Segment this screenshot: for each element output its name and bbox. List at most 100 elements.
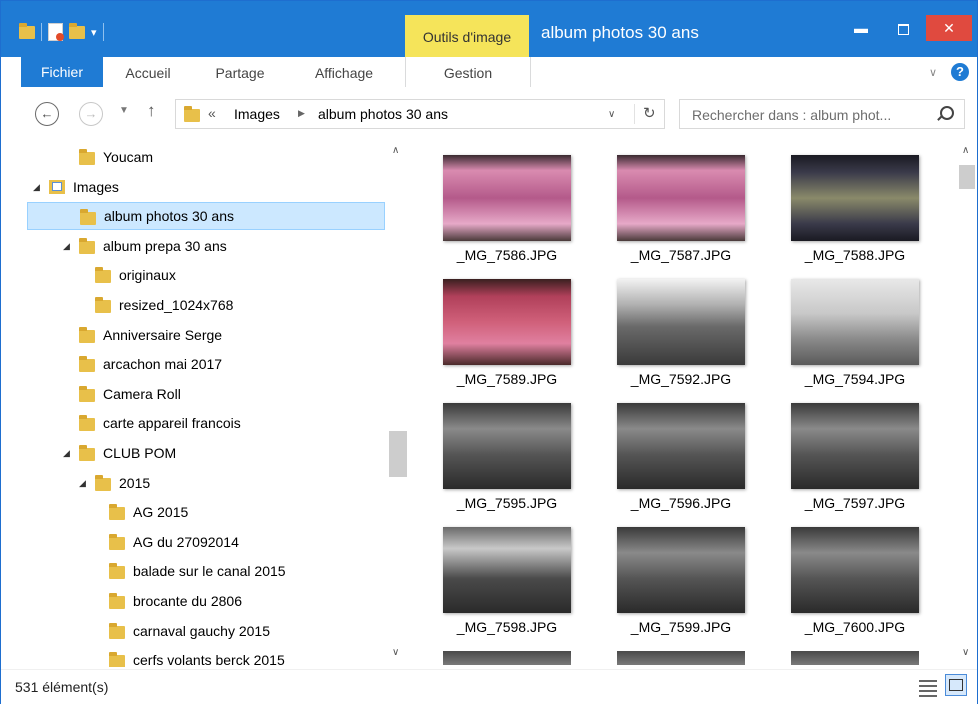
tab-picture-tools[interactable]: Outils d'image (405, 15, 529, 57)
tree-item[interactable]: brocante du 2806 (1, 587, 387, 615)
minimize-button[interactable]: ▬ (843, 15, 879, 41)
file-thumbnail[interactable]: _MG_7598.JPG (419, 511, 587, 635)
tab-view[interactable]: Affichage (301, 57, 387, 87)
photo-preview (443, 155, 571, 241)
recent-locations-icon[interactable]: ▼ (119, 105, 129, 116)
expand-arrow-icon[interactable]: ◢ (79, 469, 86, 497)
scroll-down-icon[interactable]: ∨ (962, 647, 969, 658)
ribbon-tabs: Fichier Accueil Partage Affichage Gestio… (1, 56, 977, 88)
tree-item[interactable]: album photos 30 ans (27, 202, 385, 231)
breadcrumb-overflow[interactable]: « (208, 105, 216, 121)
expand-arrow-icon[interactable]: ◢ (63, 232, 70, 260)
tab-manage[interactable]: Gestion (405, 57, 531, 87)
scroll-up-icon[interactable]: ∧ (962, 145, 969, 156)
tree-item[interactable]: carte appareil francois (1, 409, 387, 437)
address-dropdown-icon[interactable]: ∨ (608, 109, 615, 120)
file-list-scrollbar[interactable]: ∧ ∨ (957, 139, 977, 667)
scroll-up-icon[interactable]: ∧ (392, 145, 399, 156)
file-thumbnail[interactable]: _MG_7588.JPG (767, 139, 935, 263)
folder-icon (79, 445, 95, 461)
tree-item[interactable]: Camera Roll (1, 380, 387, 408)
folder-icon (109, 504, 125, 521)
folder-icon (184, 106, 200, 122)
back-button[interactable]: ← (35, 102, 59, 126)
maximize-button[interactable] (885, 15, 921, 41)
photo-preview (617, 403, 745, 489)
file-thumbnail[interactable]: _MG_7599.JPG (593, 511, 761, 635)
expand-arrow-icon[interactable]: ◢ (33, 173, 40, 201)
tree-item[interactable]: cerfs volants berck 2015 (1, 646, 387, 667)
expand-ribbon-icon[interactable]: ∨ (929, 66, 937, 79)
photo-preview (791, 155, 919, 241)
tab-share[interactable]: Partage (207, 57, 273, 87)
photo-preview (791, 403, 919, 489)
large-icons-view-icon[interactable] (945, 674, 967, 696)
details-view-icon[interactable] (919, 677, 937, 697)
tree-item[interactable]: originaux (1, 261, 387, 289)
photo-preview (443, 279, 571, 365)
file-thumbnail[interactable]: _MG_7592.JPG (593, 263, 761, 387)
tree-item[interactable]: balade sur le canal 2015 (1, 557, 387, 585)
folder-icon[interactable] (19, 22, 35, 39)
new-folder-icon[interactable] (69, 22, 85, 39)
folder-icon (79, 415, 95, 432)
breadcrumb-current[interactable]: album photos 30 ans (318, 106, 448, 122)
tree-item[interactable]: arcachon mai 2017 (1, 350, 387, 378)
file-thumbnail[interactable]: _MG_7596.JPG (593, 387, 761, 511)
properties-icon[interactable] (48, 23, 64, 41)
file-thumbnail[interactable]: _MG_7594.JPG (767, 263, 935, 387)
file-thumbnail[interactable]: _MG_7589.JPG (419, 263, 587, 387)
tree-item[interactable]: ◢ CLUB POM (1, 439, 387, 467)
search-input[interactable] (690, 104, 930, 126)
tree-item-label: originaux (119, 267, 176, 284)
navigation-pane-scrollbar[interactable]: ∧ ∨ (387, 139, 409, 667)
tree-item[interactable]: Anniversaire Serge (1, 321, 387, 349)
tree-item[interactable]: carnaval gauchy 2015 (1, 617, 387, 645)
close-button[interactable]: ✕ (926, 15, 972, 41)
tree-item-label: Camera Roll (103, 385, 181, 402)
tree-item[interactable]: AG du 27092014 (1, 528, 387, 556)
search-box[interactable] (679, 99, 965, 129)
tree-item-label: AG 2015 (133, 504, 189, 521)
search-icon[interactable] (940, 106, 954, 120)
photo-preview (791, 279, 919, 365)
file-thumbnail[interactable]: _MG_7600.JPG (767, 511, 935, 635)
tab-home[interactable]: Accueil (119, 57, 177, 87)
photo-preview (617, 651, 745, 665)
file-name: _MG_7586.JPG (456, 247, 558, 263)
breadcrumb-images[interactable]: Images (234, 106, 280, 122)
window-title: album photos 30 ans (541, 23, 699, 42)
tree-item[interactable]: Youcam (1, 143, 387, 171)
file-name: _MG_7589.JPG (456, 371, 558, 387)
tree-item[interactable]: resized_1024x768 (1, 291, 387, 319)
customize-arrow-icon[interactable]: ▾ (91, 26, 97, 39)
file-thumbnail[interactable]: _MG_7597.JPG (767, 387, 935, 511)
help-icon[interactable]: ? (951, 63, 969, 81)
tree-item-label: Youcam (103, 149, 154, 165)
address-bar[interactable]: « Images ▶ album photos 30 ans ∨ ↻ (175, 99, 665, 129)
tree-item[interactable]: ◢ album prepa 30 ans (1, 232, 387, 260)
status-bar: 531 élément(s) (1, 669, 977, 704)
tree-item[interactable]: AG 2015 (1, 498, 387, 526)
up-button[interactable]: ↑ (147, 101, 156, 121)
breadcrumb-separator-icon[interactable]: ▶ (298, 108, 305, 119)
folder-icon (79, 356, 95, 373)
expand-arrow-icon[interactable]: ◢ (63, 439, 70, 467)
folder-icon (95, 474, 111, 491)
file-thumbnail[interactable]: _MG_7595.JPG (419, 387, 587, 511)
scroll-down-icon[interactable]: ∨ (392, 647, 399, 658)
forward-button[interactable]: → (79, 102, 103, 126)
tree-item-label: Images (73, 178, 119, 195)
tree-item-label: balade sur le canal 2015 (133, 563, 286, 580)
scrollbar-thumb[interactable] (959, 165, 975, 189)
tree-item-label: cerfs volants berck 2015 (133, 652, 285, 667)
title-bar: ▾ Outils d'image album photos 30 ans ▬ ✕ (1, 1, 977, 57)
file-thumbnail[interactable]: _MG_7587.JPG (593, 139, 761, 263)
refresh-icon[interactable]: ↻ (634, 104, 656, 124)
file-name: _MG_7592.JPG (630, 371, 732, 387)
file-thumbnail[interactable]: _MG_7586.JPG (419, 139, 587, 263)
tree-item[interactable]: ◢ 2015 (1, 469, 387, 497)
tab-file[interactable]: Fichier (21, 56, 103, 88)
tree-item[interactable]: ◢ Images (1, 173, 387, 201)
scrollbar-thumb[interactable] (389, 431, 407, 477)
